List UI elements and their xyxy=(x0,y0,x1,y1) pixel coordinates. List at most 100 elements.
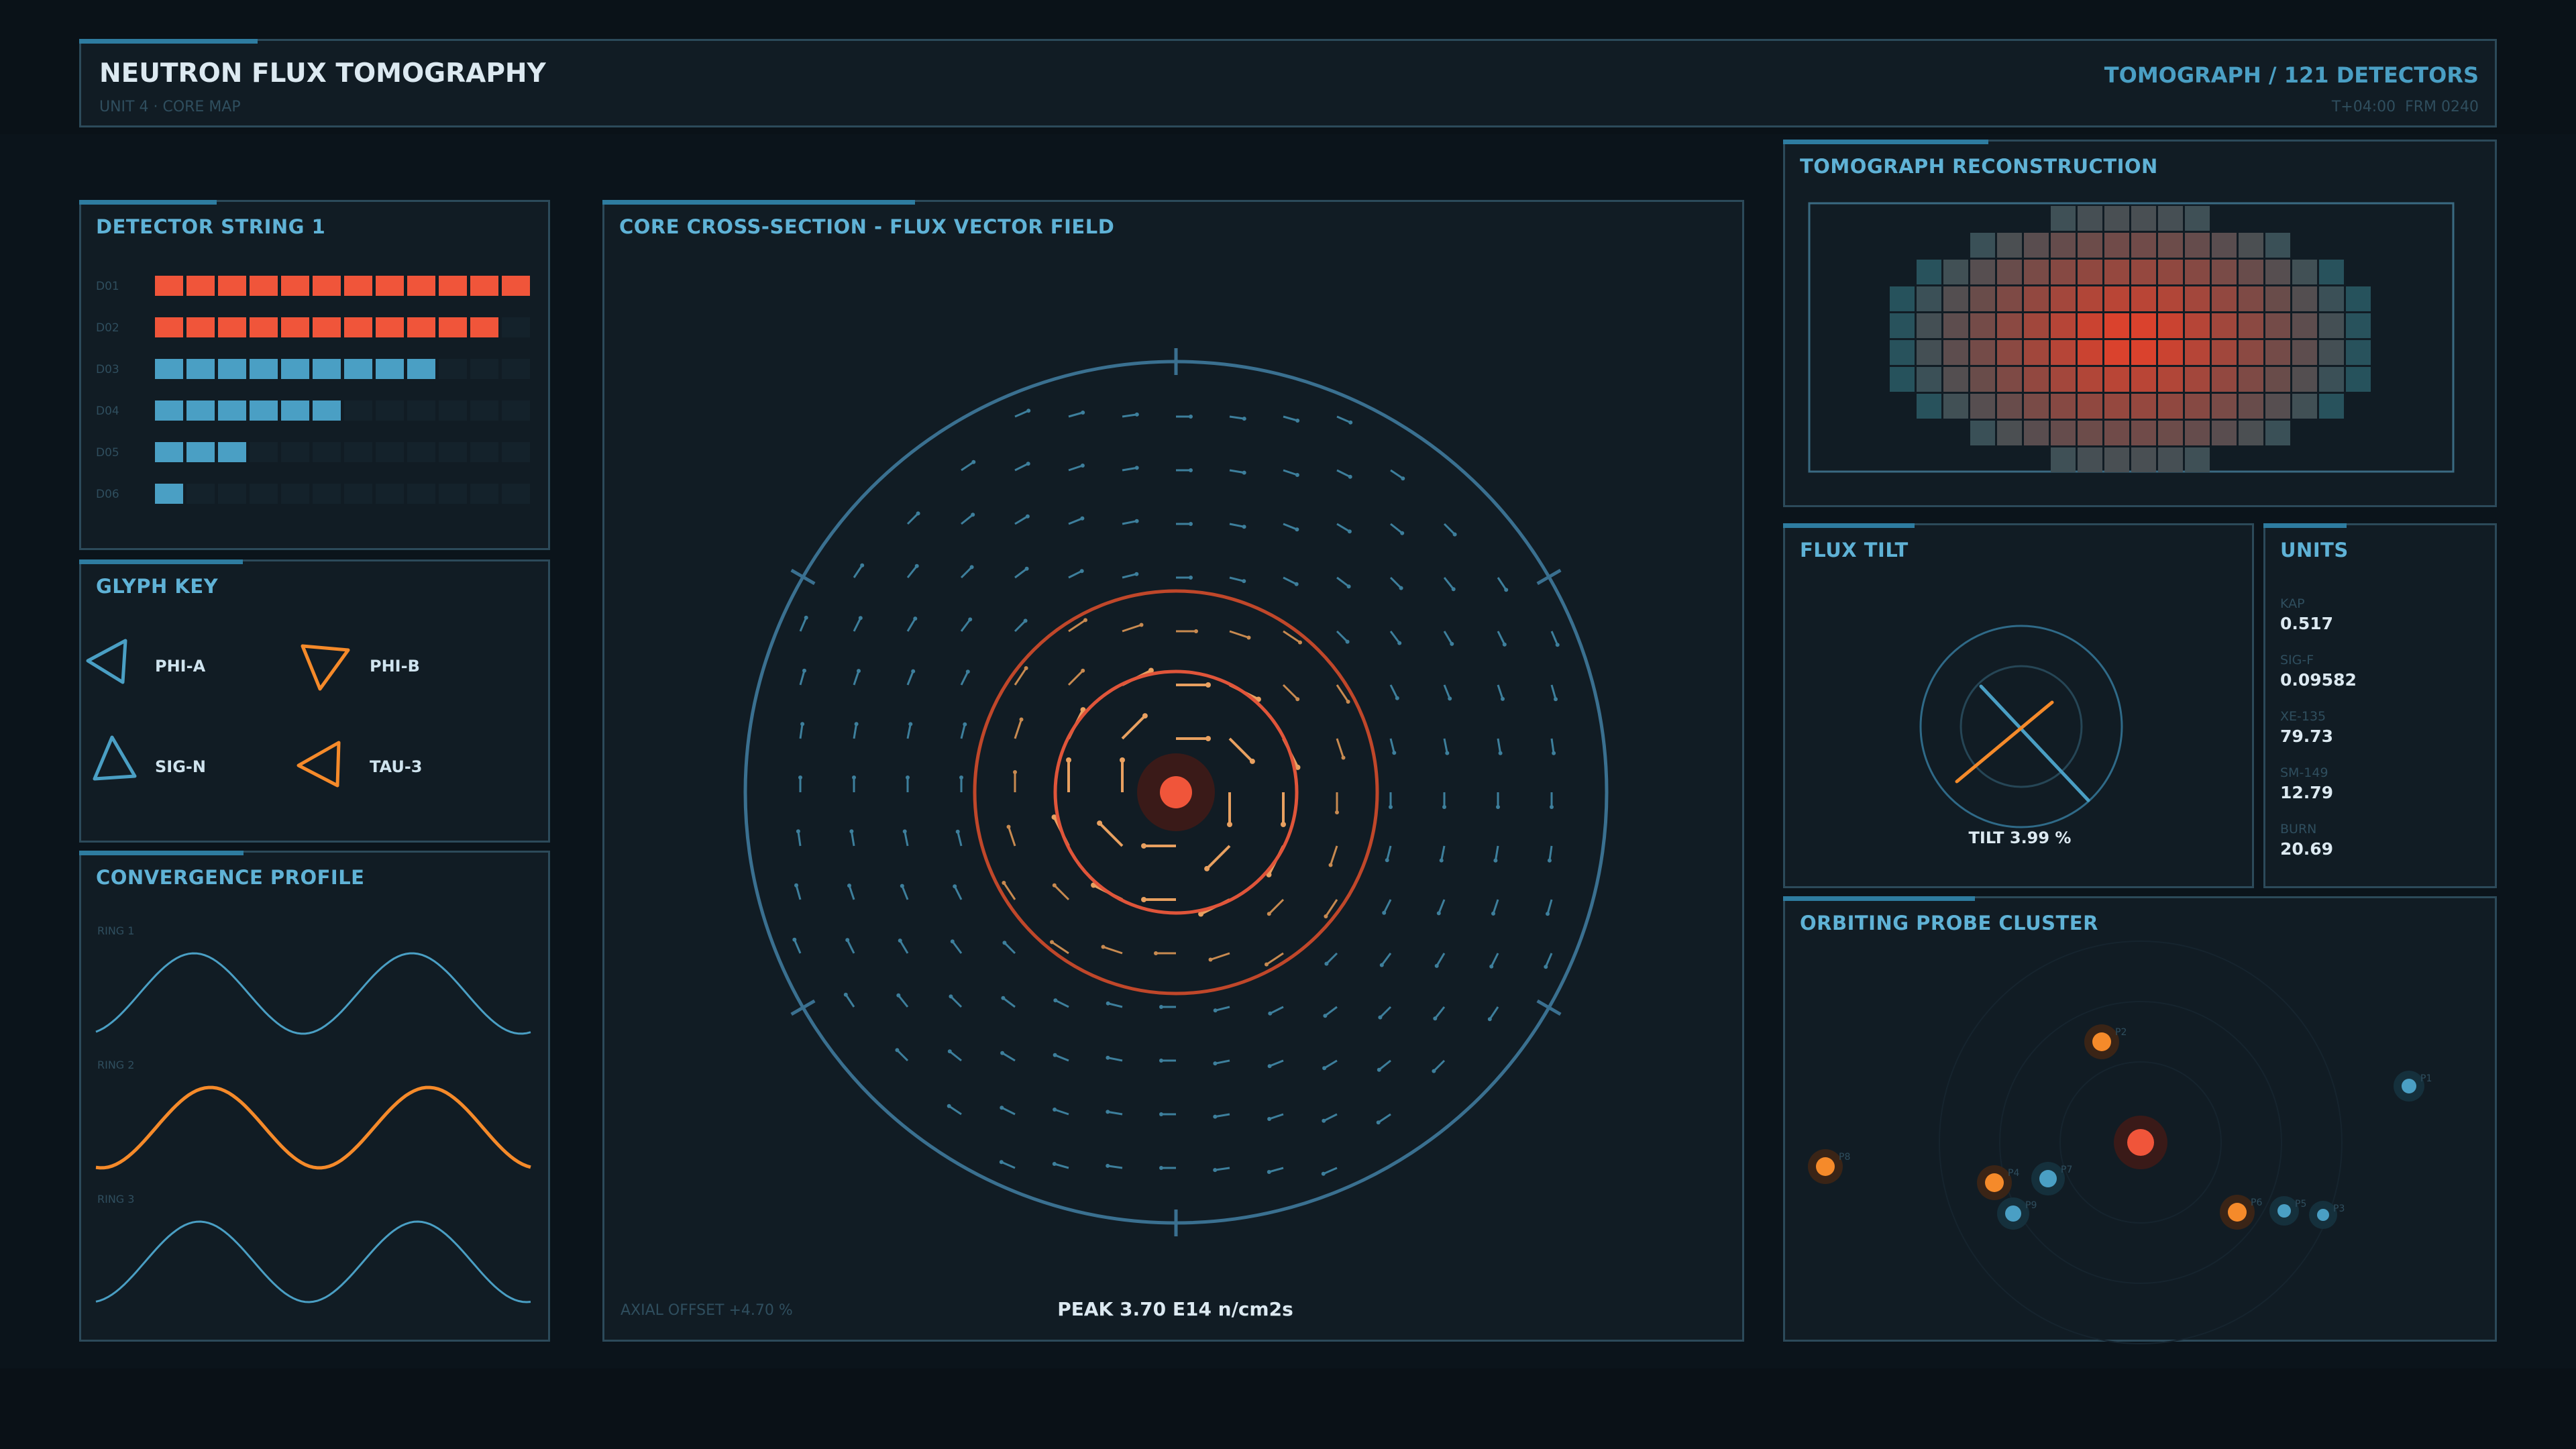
flux-vector xyxy=(1269,1167,1284,1173)
flux-vector xyxy=(1229,469,1244,474)
flux-vector xyxy=(1107,1165,1123,1169)
flux-vector xyxy=(1443,523,1456,535)
flux-vector-head xyxy=(1489,964,1494,969)
flux-vector-head xyxy=(963,722,967,727)
units-panel: UNITS KAP 0.517 SIG-F 0.09582 XE-135 79.73 … xyxy=(2263,523,2497,888)
flux-vector xyxy=(1489,1006,1499,1020)
flux-vector-head xyxy=(1213,1008,1218,1013)
flux-vector-head xyxy=(1142,713,1148,719)
heatmap-cell xyxy=(2024,233,2049,258)
heatmap-cell xyxy=(1917,367,1941,392)
unit-key: SIG-F xyxy=(2280,653,2314,667)
heatmap-cell xyxy=(2239,286,2263,311)
flux-vector xyxy=(1330,845,1338,865)
flux-vector-head xyxy=(968,617,973,622)
flux-vector xyxy=(853,564,863,578)
probe-label: P7 xyxy=(2061,1165,2072,1175)
heatmap-cell xyxy=(1970,367,1995,392)
heatmap-cell xyxy=(2051,260,2076,284)
flux-vector-head xyxy=(1392,751,1397,755)
flux-vector-head xyxy=(1159,1112,1163,1116)
flux-vector-head xyxy=(1348,474,1352,479)
flux-vector xyxy=(799,617,808,632)
flux-vector-head xyxy=(1120,757,1125,763)
flux-vector-head xyxy=(1322,1118,1326,1123)
detector-cell xyxy=(186,484,215,504)
heatmap-cell xyxy=(1997,394,2022,419)
detector-cell xyxy=(439,442,467,462)
probe-marker xyxy=(2039,1170,2057,1187)
flux-vector-head xyxy=(1502,642,1507,647)
heatmap-cell xyxy=(1917,394,1941,419)
flux-vector-head xyxy=(1295,527,1299,532)
flux-vector xyxy=(1215,1059,1230,1065)
boundary-tick xyxy=(790,999,816,1016)
unit-key: BURN xyxy=(2280,822,2317,837)
heatmap-cell xyxy=(2319,260,2344,284)
detector-cell xyxy=(502,400,530,421)
probe-marker xyxy=(2277,1204,2291,1218)
flux-vector-head xyxy=(900,883,904,888)
flux-vector-head xyxy=(911,669,916,674)
heatmap-cell xyxy=(1970,313,1995,338)
flux-vector-head xyxy=(1347,529,1352,534)
detector-cell xyxy=(313,317,341,337)
heatmap-cell xyxy=(1890,286,1915,311)
flux-vector xyxy=(850,831,855,847)
detector-cell xyxy=(281,317,309,337)
flux-vector-head xyxy=(1400,531,1405,535)
heatmap-cell xyxy=(2319,313,2344,338)
flux-vector xyxy=(901,885,909,900)
detector-cell xyxy=(155,442,183,462)
flux-vector xyxy=(1229,415,1245,420)
flux-vector xyxy=(1436,953,1446,967)
detector-cell xyxy=(502,484,530,504)
flux-vector xyxy=(1067,669,1084,686)
flux-vector xyxy=(906,671,914,686)
heatmap-cell xyxy=(1890,367,1915,392)
heatmap-cell xyxy=(2104,447,2129,472)
flux-vector-head xyxy=(908,722,913,727)
heatmap-cell xyxy=(2104,421,2129,445)
detector-cell xyxy=(407,317,435,337)
probe-label: P8 xyxy=(1839,1152,1850,1163)
heatmap-cell xyxy=(2239,313,2263,338)
flux-vector-head xyxy=(1328,863,1333,867)
core-center-point xyxy=(1160,776,1192,808)
flux-vector-head xyxy=(1050,940,1054,945)
flux-vector xyxy=(1014,568,1028,579)
flux-vector xyxy=(950,996,963,1008)
flux-vector xyxy=(853,670,860,686)
flux-vector xyxy=(1550,631,1559,645)
flux-vector-head xyxy=(1295,473,1299,477)
heatmap-cell xyxy=(1997,233,2022,258)
flux-vector-head xyxy=(1242,417,1246,421)
flux-vector-head xyxy=(1159,1166,1163,1170)
flux-vector-head xyxy=(1439,858,1444,863)
flux-vector xyxy=(899,940,909,954)
detector-cell xyxy=(407,276,435,296)
peak-flux-readout: PEAK 3.70 E14 n/cm2s xyxy=(1057,1298,1293,1320)
flux-vector-head xyxy=(1079,569,1084,574)
heatmap-cell xyxy=(2078,421,2102,445)
flux-vector-head xyxy=(1346,700,1350,704)
flux-vector-head xyxy=(1382,910,1387,915)
flux-vector xyxy=(1055,999,1069,1008)
heatmap-cell xyxy=(2185,260,2210,284)
heatmap-cell xyxy=(2131,286,2156,311)
flux-vector xyxy=(1383,899,1392,914)
flux-vector xyxy=(1014,719,1022,739)
flux-vector-head xyxy=(965,669,970,674)
detector-cell xyxy=(281,442,309,462)
detector-bars: D01 D02 D03 D04 D05 D06 xyxy=(96,276,530,504)
flux-vector xyxy=(1494,845,1499,861)
boundary-tick xyxy=(1536,568,1562,586)
heatmap-cell xyxy=(1970,233,1995,258)
probe-label: P6 xyxy=(2251,1197,2262,1208)
unit-value: 79.73 xyxy=(2280,727,2334,746)
flux-vector xyxy=(1229,576,1244,582)
flux-vector xyxy=(1122,413,1138,418)
heatmap-cell xyxy=(1970,394,1995,419)
heatmap-cell xyxy=(2185,367,2210,392)
flux-vector-head xyxy=(969,565,974,570)
